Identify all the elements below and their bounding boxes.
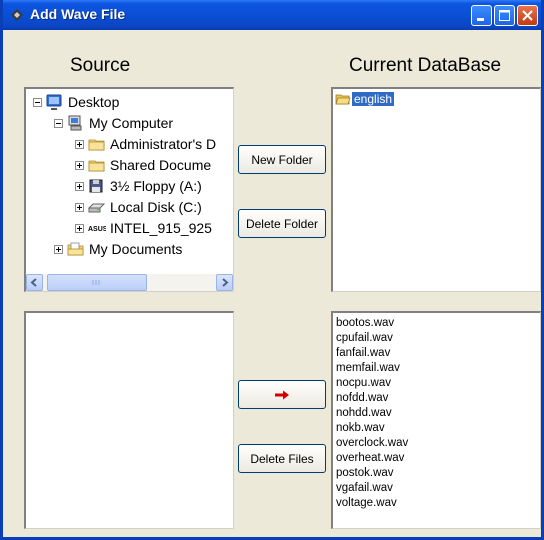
expand-icon[interactable] (75, 160, 84, 170)
tree-item-label: Administrator's D (110, 136, 217, 152)
tree-item-label: 3½ Floppy (A:) (110, 178, 202, 194)
tree-item[interactable]: ASUS INTEL_915_925 (75, 218, 212, 238)
database-item-label: english (352, 91, 395, 106)
file-item[interactable]: cpufail.wav (336, 331, 393, 346)
minimize-icon (477, 18, 484, 21)
file-item[interactable]: fanfail.wav (336, 346, 390, 361)
file-item[interactable]: postok.wav (336, 466, 394, 481)
disk-icon (87, 199, 106, 215)
file-item[interactable]: nokb.wav (336, 421, 385, 436)
database-item[interactable]: english (335, 91, 395, 106)
delete-folder-button[interactable]: Delete Folder (238, 209, 326, 238)
chevron-left-icon (30, 278, 37, 287)
tree-item[interactable]: Local Disk (C:) (75, 197, 202, 217)
computer-icon (67, 115, 85, 131)
horizontal-scrollbar[interactable] (26, 274, 233, 291)
folder-icon (88, 157, 106, 173)
database-tree[interactable]: english (331, 87, 541, 292)
file-item[interactable]: nofdd.wav (336, 391, 388, 406)
database-heading: Current DataBase (349, 55, 502, 76)
folder-open-icon (335, 94, 351, 105)
title-bar[interactable]: Add Wave File (3, 0, 541, 30)
file-item[interactable]: overheat.wav (336, 451, 404, 466)
grip-icon (92, 280, 100, 285)
close-button[interactable] (517, 5, 538, 26)
expand-icon[interactable] (75, 181, 84, 191)
scroll-right-button[interactable] (216, 274, 233, 291)
file-item[interactable]: overclock.wav (336, 436, 408, 451)
tree-item[interactable]: My Documents (54, 239, 182, 259)
add-wave-file-dialog: Add Wave File Source Current DataBase De… (0, 0, 544, 540)
maximize-icon (499, 10, 510, 21)
window-title: Add Wave File (30, 6, 126, 22)
database-file-list[interactable]: bootos.wav cpufail.wav fanfail.wav memfail.… (331, 311, 541, 529)
expand-icon[interactable] (54, 244, 63, 254)
file-item[interactable]: bootos.wav (336, 316, 394, 331)
asus-drive-icon: ASUS (88, 220, 108, 236)
tree-item-label: INTEL_915_925 (110, 220, 212, 236)
expand-icon[interactable] (75, 223, 84, 233)
file-item[interactable]: nocpu.wav (336, 376, 391, 391)
file-item[interactable]: vgafail.wav (336, 481, 393, 496)
tree-item-label: Desktop (68, 94, 120, 110)
tree-item[interactable]: Administrator's D (75, 134, 216, 154)
scroll-thumb[interactable] (47, 274, 147, 291)
tree-item-label: My Documents (89, 241, 183, 257)
desktop-icon (46, 94, 64, 110)
tree-item[interactable]: Desktop (33, 92, 119, 112)
file-item[interactable]: memfail.wav (336, 361, 400, 376)
floppy-icon (88, 178, 106, 194)
file-item[interactable]: nohdd.wav (336, 406, 392, 421)
folder-icon (88, 136, 106, 152)
tree-item[interactable]: 3½ Floppy (A:) (75, 176, 202, 196)
source-heading: Source (70, 55, 131, 76)
collapse-icon[interactable] (54, 118, 63, 128)
new-folder-button[interactable]: New Folder (238, 145, 326, 174)
documents-icon (67, 241, 85, 257)
expand-icon[interactable] (75, 202, 84, 212)
tree-item-label: My Computer (89, 115, 174, 131)
tree-item[interactable]: My Computer (54, 113, 173, 133)
svg-text:ASUS: ASUS (88, 226, 106, 233)
source-file-list[interactable] (24, 311, 234, 529)
scroll-left-button[interactable] (26, 274, 43, 291)
file-item[interactable]: voltage.wav (336, 496, 397, 511)
close-icon (522, 10, 533, 21)
maximize-button[interactable] (494, 5, 515, 26)
collapse-icon[interactable] (33, 97, 42, 107)
tree-item-label: Shared Docume (110, 157, 212, 173)
tree-item[interactable]: Shared Docume (75, 155, 211, 175)
tree-item-label: Local Disk (C:) (110, 199, 202, 215)
chevron-right-icon (222, 278, 229, 287)
add-file-button[interactable] (238, 380, 326, 409)
arrow-right-icon (275, 390, 289, 399)
source-tree[interactable]: Desktop My Computer Administrator's D Share… (24, 87, 234, 292)
app-icon (11, 9, 23, 21)
minimize-button[interactable] (471, 5, 492, 26)
expand-icon[interactable] (75, 139, 84, 149)
delete-files-button[interactable]: Delete Files (238, 444, 326, 473)
